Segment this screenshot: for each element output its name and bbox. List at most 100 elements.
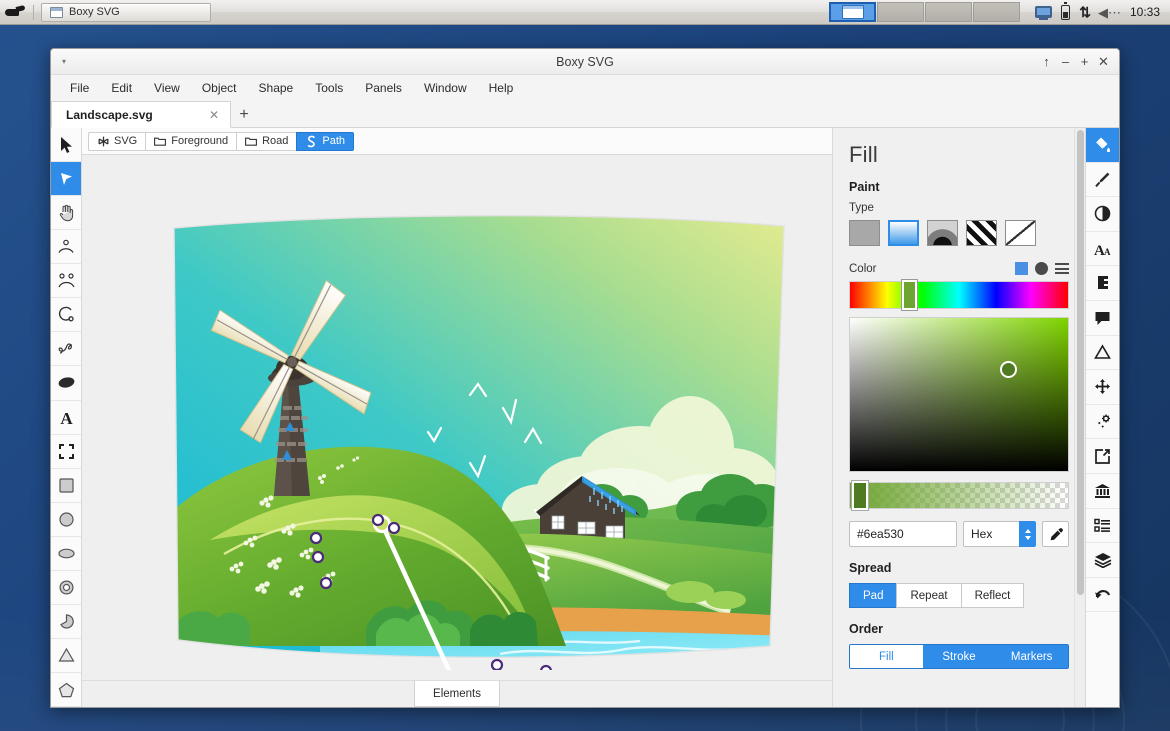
library-panel-icon[interactable] xyxy=(1086,474,1119,509)
canvas-viewport[interactable] xyxy=(82,155,832,680)
type-label: Type xyxy=(849,202,874,214)
window-title: Boxy SVG xyxy=(556,54,614,69)
hue-slider[interactable] xyxy=(849,280,1069,310)
window-shade-button[interactable]: ↑ xyxy=(1037,52,1056,72)
menu-panels[interactable]: Panels xyxy=(354,78,413,98)
taskbar-window-button[interactable]: Boxy SVG xyxy=(41,2,211,22)
menu-view[interactable]: View xyxy=(143,78,191,98)
network-updown-icon[interactable]: ⇅ xyxy=(1079,5,1091,19)
spread-repeat-button[interactable]: Repeat xyxy=(896,583,962,608)
taskbar-clock[interactable]: 10:33 xyxy=(1130,5,1170,19)
tool-rail: A xyxy=(51,128,82,707)
polygon-tool[interactable] xyxy=(51,673,81,707)
saturation-value-area[interactable] xyxy=(849,317,1069,472)
pan-tool[interactable] xyxy=(51,196,81,231)
order-fill-button[interactable]: Fill xyxy=(850,645,923,668)
window-close-button[interactable]: ✕ xyxy=(1094,52,1113,72)
opacity-panel-icon[interactable] xyxy=(1086,197,1119,232)
node-edit-tool[interactable] xyxy=(51,162,81,197)
hue-slider-thumb[interactable] xyxy=(902,280,917,310)
artboard-illustration[interactable] xyxy=(170,210,790,670)
sliders-icon[interactable] xyxy=(1055,263,1069,274)
taskbar: Boxy SVG ⇅ ◀⋯ 10:33 xyxy=(0,0,1170,25)
menu-edit[interactable]: Edit xyxy=(100,78,143,98)
mouse-icon[interactable] xyxy=(0,0,30,25)
circle-tool[interactable] xyxy=(51,503,81,537)
window-maximize-button[interactable]: + xyxy=(1075,52,1094,72)
menu-object[interactable]: Object xyxy=(191,78,248,98)
linear-gradient-paint-button[interactable] xyxy=(888,220,919,246)
breadcrumb-item-road[interactable]: Road xyxy=(236,131,298,151)
solid-paint-button[interactable] xyxy=(849,220,880,246)
new-tab-button[interactable]: + xyxy=(231,106,257,127)
color-value-row: #6ea530 Hex xyxy=(849,521,1069,547)
workspace-1[interactable] xyxy=(829,2,877,22)
select-tool[interactable] xyxy=(51,128,81,163)
points-tool[interactable] xyxy=(51,264,81,299)
display-icon[interactable] xyxy=(1035,6,1053,20)
rectangle-tool[interactable] xyxy=(51,469,81,503)
layers-panel-icon[interactable] xyxy=(1086,543,1119,578)
close-icon[interactable]: ✕ xyxy=(204,108,224,122)
chevron-updown-icon[interactable] xyxy=(1019,521,1036,547)
pie-tool[interactable] xyxy=(51,605,81,639)
window-minimize-button[interactable]: – xyxy=(1056,52,1075,72)
typography-panel-icon[interactable]: AA xyxy=(1086,232,1119,267)
transform-panel-icon[interactable] xyxy=(1086,370,1119,405)
spread-reflect-button[interactable]: Reflect xyxy=(960,583,1025,608)
volume-icon[interactable]: ◀⋯ xyxy=(1098,6,1121,19)
eyedropper-icon[interactable] xyxy=(1042,521,1069,547)
breadcrumb-item-foreground[interactable]: Foreground xyxy=(145,131,238,151)
pattern-paint-button[interactable] xyxy=(966,220,997,246)
spread-pad-button[interactable]: Pad xyxy=(849,583,898,608)
shape-panel-icon[interactable] xyxy=(1086,336,1119,371)
menu-window[interactable]: Window xyxy=(413,78,478,98)
alpha-slider[interactable] xyxy=(849,481,1069,510)
document-tab[interactable]: Landscape.svg ✕ xyxy=(51,101,231,128)
saturation-value-marker[interactable] xyxy=(1000,360,1018,378)
triangle-tool[interactable] xyxy=(51,639,81,673)
menu-tools[interactable]: Tools xyxy=(304,78,354,98)
crop-tool[interactable] xyxy=(51,435,81,469)
workspace-4[interactable] xyxy=(973,2,1021,22)
effects-panel-icon[interactable] xyxy=(1086,405,1119,440)
swatch-square-icon[interactable] xyxy=(1015,262,1028,275)
freehand-tool[interactable] xyxy=(51,332,81,367)
point-tool[interactable] xyxy=(51,230,81,265)
hex-input[interactable]: #6ea530 xyxy=(849,521,957,547)
ring-tool[interactable] xyxy=(51,571,81,605)
breadcrumb: SVG Foreground Road Path xyxy=(82,128,832,155)
geometry-panel-icon[interactable] xyxy=(1086,266,1119,301)
history-panel-icon[interactable] xyxy=(1086,578,1119,613)
workspace-3[interactable] xyxy=(925,2,973,22)
stroke-panel-icon[interactable] xyxy=(1086,163,1119,198)
none-paint-button[interactable] xyxy=(1005,220,1036,246)
annotation-panel-icon[interactable] xyxy=(1086,301,1119,336)
export-panel-icon[interactable] xyxy=(1086,439,1119,474)
menu-file[interactable]: File xyxy=(59,78,100,98)
window-menu-caret-icon[interactable]: ▾ xyxy=(51,57,77,66)
menu-shape[interactable]: Shape xyxy=(248,78,305,98)
color-format-select[interactable]: Hex xyxy=(963,521,1021,547)
text-tool[interactable]: A xyxy=(51,401,81,435)
radial-gradient-paint-button[interactable] xyxy=(927,220,958,246)
elements-tab[interactable]: Elements xyxy=(414,681,500,707)
breadcrumb-item-svg[interactable]: SVG xyxy=(88,131,147,151)
breadcrumb-item-path[interactable]: Path xyxy=(296,131,355,151)
blob-tool[interactable] xyxy=(51,366,81,401)
alpha-slider-thumb[interactable] xyxy=(852,481,868,510)
ellipse-tool[interactable] xyxy=(51,537,81,571)
panel-scrollbar-thumb[interactable] xyxy=(1077,130,1084,595)
workspace-2[interactable] xyxy=(877,2,925,22)
wheel-circle-icon[interactable] xyxy=(1035,262,1048,275)
order-stroke-button[interactable]: Stroke xyxy=(922,645,996,668)
order-markers-button[interactable]: Markers xyxy=(995,645,1068,668)
panel-scrollbar[interactable] xyxy=(1074,128,1085,707)
battery-icon[interactable] xyxy=(1061,2,1071,20)
menu-help[interactable]: Help xyxy=(478,78,525,98)
workspace-switcher[interactable] xyxy=(829,0,1021,25)
panel-title: Fill xyxy=(849,142,878,167)
fill-panel-icon[interactable] xyxy=(1086,128,1119,163)
elements-list-panel-icon[interactable] xyxy=(1086,509,1119,544)
arc-tool[interactable] xyxy=(51,298,81,333)
